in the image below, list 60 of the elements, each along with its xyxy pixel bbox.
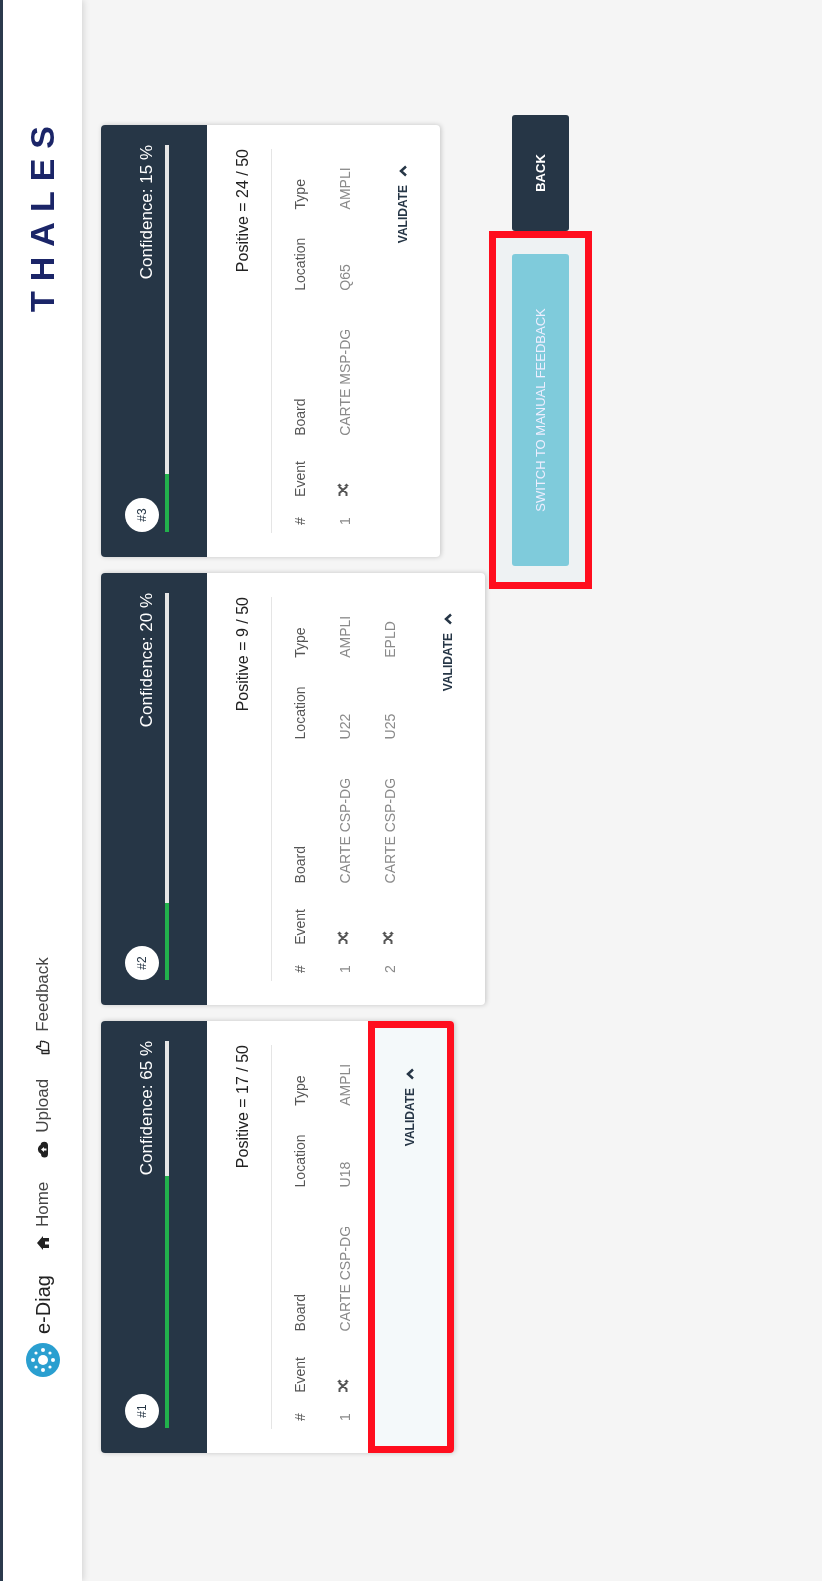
positive-count: Positive = 9 / 50 (234, 597, 251, 712)
table-cell: CARTE CSP-DG (382, 777, 398, 884)
table-cell: CARTE MSP-DG (337, 328, 353, 436)
positive-count: Positive = 17 / 50 (234, 1045, 251, 1169)
company-logo: THALES (22, 116, 62, 312)
back-button[interactable]: BACK (512, 115, 569, 231)
column-header: Board (292, 846, 308, 884)
confidence-label: Confidence: 15 % (135, 145, 157, 280)
column-header: Type (292, 1075, 308, 1106)
column-header: Location (292, 1134, 308, 1188)
rank-badge: #1 (125, 1394, 159, 1428)
shuffle-icon (381, 930, 395, 945)
cloud-upload-icon (36, 1140, 49, 1158)
column-header: Type (292, 179, 308, 210)
nav-link[interactable]: Feedback (29, 957, 56, 1055)
table-cell: AMPLI (337, 1063, 353, 1106)
table-cell: 2 (382, 965, 398, 973)
rank-badge: #2 (125, 946, 159, 980)
table-cell: 1 (337, 1413, 353, 1421)
table-cell: AMPLI (337, 167, 353, 210)
column-header: Location (292, 686, 308, 740)
table-cell: Q65 (337, 264, 353, 291)
app-title[interactable]: e-Diag (27, 1275, 58, 1334)
shuffle-icon (336, 930, 350, 945)
validate-link[interactable]: VALIDATE (401, 1068, 419, 1147)
nav-link[interactable]: Upload (29, 1078, 56, 1158)
table-cell: U22 (337, 713, 353, 740)
column-header: # (292, 965, 308, 973)
table-cell: U25 (382, 713, 398, 740)
column-header: Board (292, 1294, 308, 1332)
column-header: Type (292, 627, 308, 658)
chevron-up-icon (406, 1068, 414, 1080)
home-icon (35, 1235, 50, 1252)
positive-count: Positive = 24 / 50 (234, 149, 251, 273)
shuffle-icon (336, 1378, 350, 1393)
table-cell: AMPLI (337, 615, 353, 658)
column-header: Board (292, 398, 308, 436)
column-header: Event (292, 461, 308, 497)
column-header: Location (292, 237, 308, 291)
table-cell: U18 (337, 1161, 353, 1188)
column-header: # (292, 1413, 308, 1421)
table-cell: CARTE CSP-DG (337, 777, 353, 884)
thumbs-up-icon (35, 1039, 50, 1055)
confidence-label: Confidence: 20 % (135, 593, 157, 728)
table-cell: 1 (337, 965, 353, 973)
shuffle-icon (336, 482, 350, 497)
column-header: # (292, 517, 308, 525)
column-header: Event (292, 909, 308, 945)
table-cell: CARTE CSP-DG (337, 1225, 353, 1332)
table-cell: 1 (337, 517, 353, 525)
column-header: Event (292, 1357, 308, 1393)
chevron-up-icon (444, 613, 452, 625)
rank-badge: #3 (125, 498, 159, 532)
nav-link[interactable]: Home (29, 1181, 56, 1252)
chevron-up-icon (399, 165, 407, 177)
table-cell: EPLD (382, 621, 398, 658)
confidence-label: Confidence: 65 % (135, 1041, 157, 1176)
validate-link[interactable]: VALIDATE (439, 613, 457, 692)
validate-link[interactable]: VALIDATE (394, 165, 412, 244)
app-logo-icon (24, 1342, 61, 1378)
